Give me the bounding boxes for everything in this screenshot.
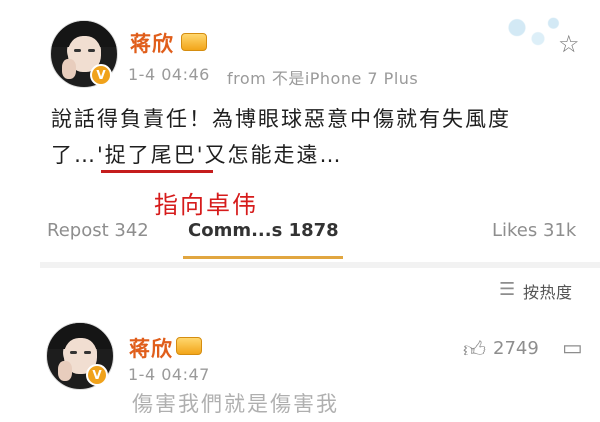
- comment-crown-badge-icon: [176, 337, 202, 355]
- comment-like-count: 2749: [493, 338, 539, 359]
- post-text-highlight: '捉了尾巴': [97, 143, 205, 167]
- author-name[interactable]: 蒋欣: [130, 28, 174, 58]
- crown-badge-icon: [181, 33, 207, 51]
- corner-decoration: [496, 10, 566, 54]
- comment-icon[interactable]: ▭: [562, 336, 583, 361]
- section-divider: [40, 262, 600, 268]
- post-text-line1: 說話得負責任！為博眼球惡意中傷就有失風度: [51, 107, 511, 131]
- comment-timestamp: 1-4 04:47: [128, 365, 210, 384]
- comments-button[interactable]: Comm...s 1878: [188, 220, 339, 241]
- post-text-line2: 了…'捉了尾巴'又怎能走遠…: [51, 137, 343, 173]
- annotation-text: 指向卓伟: [154, 191, 258, 219]
- post-source: from 不是iPhone 7 Plus: [227, 69, 419, 88]
- comment-partial-text: 傷害我們就是傷害我: [132, 392, 339, 416]
- comment-verified-icon: V: [86, 364, 108, 386]
- highlight-underline: [101, 170, 213, 173]
- star-icon[interactable]: ☆: [558, 30, 580, 58]
- sort-label[interactable]: 按热度: [523, 279, 573, 303]
- comment-author-name[interactable]: 蒋欣: [129, 333, 173, 363]
- verified-icon: V: [90, 64, 112, 86]
- active-tab-underline: [183, 256, 343, 259]
- post-text-prefix: 了…: [51, 143, 97, 167]
- timestamp: 1-4 04:46: [128, 65, 210, 84]
- post-text-suffix: 又怎能走遠…: [204, 143, 343, 167]
- likes-button[interactable]: Likes 31k: [492, 220, 576, 241]
- repost-button[interactable]: Repost 342: [47, 220, 149, 241]
- thumbs-up-icon[interactable]: 👍︎: [463, 336, 486, 363]
- sort-icon[interactable]: ☰: [499, 279, 515, 300]
